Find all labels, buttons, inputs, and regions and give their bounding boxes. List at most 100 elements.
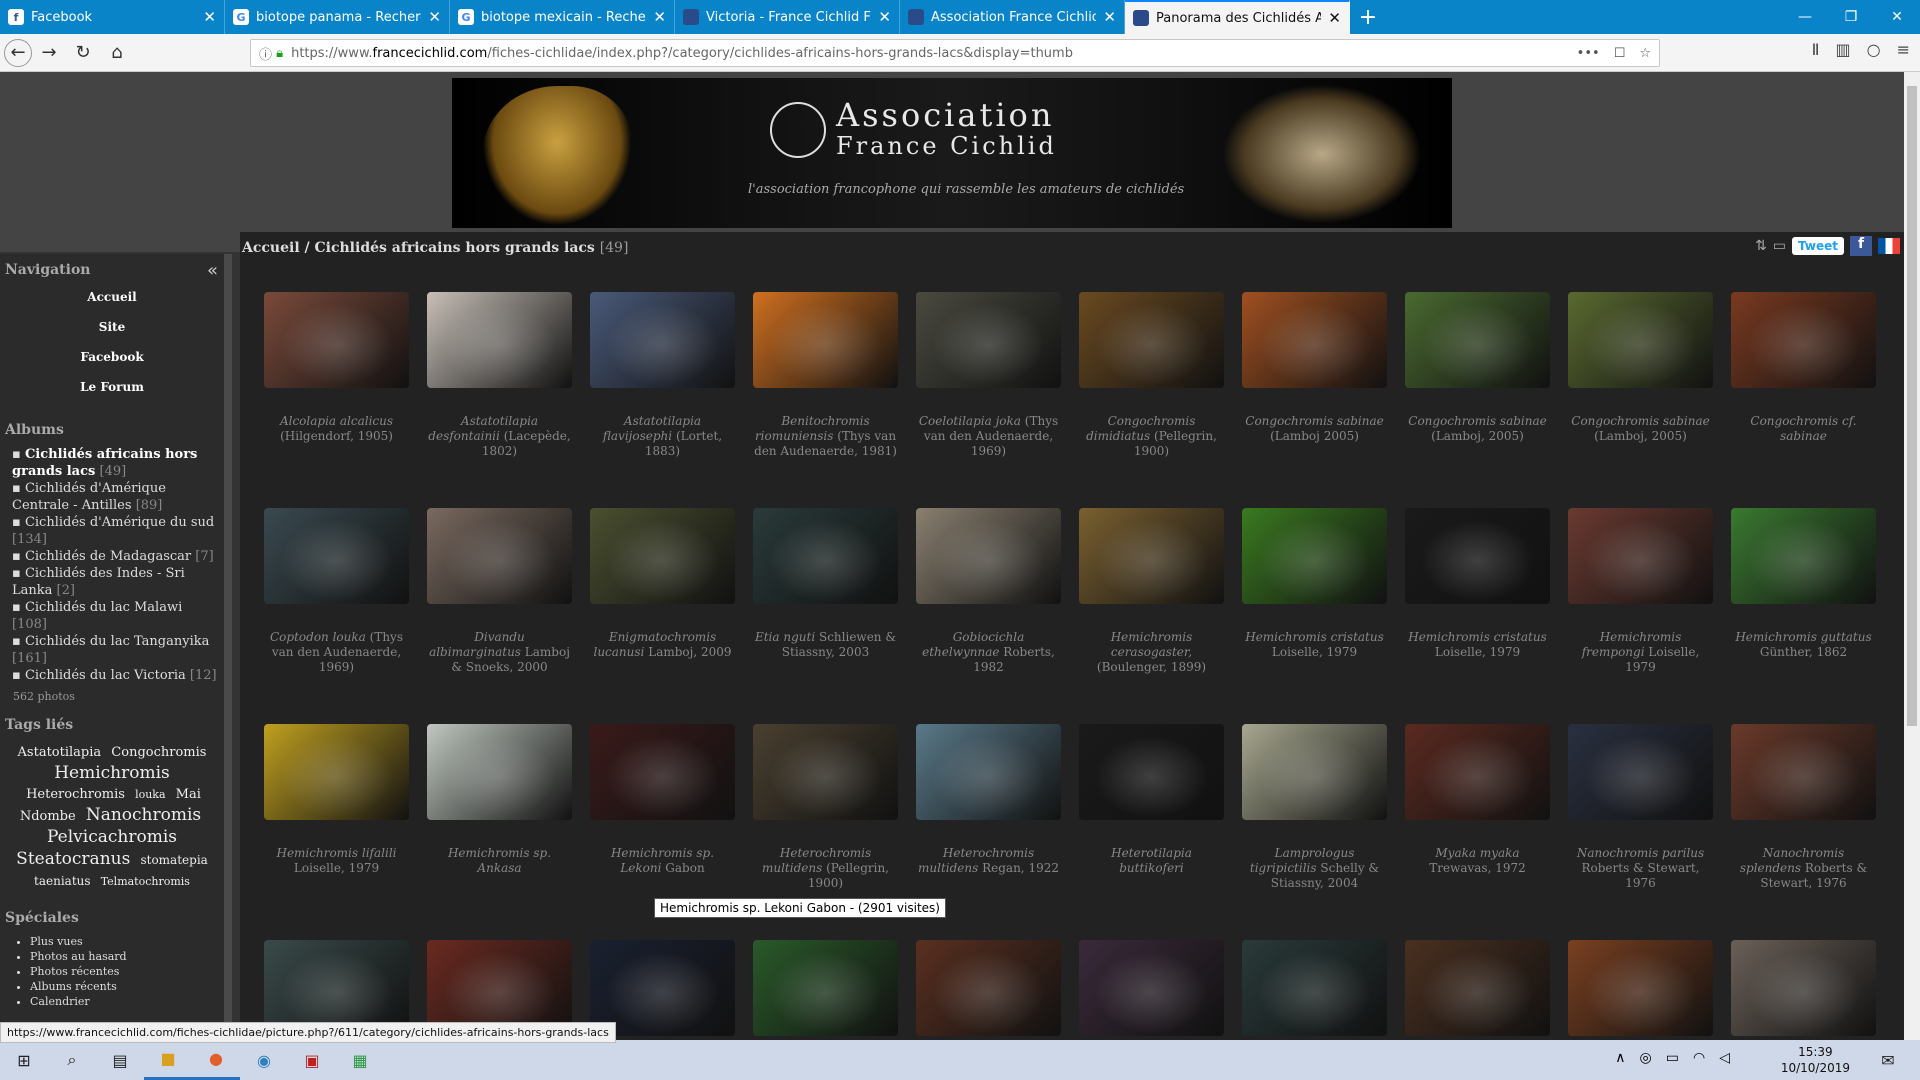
tab-4[interactable]: Association France Cichlid: les ✕	[900, 0, 1125, 34]
close-tab-icon[interactable]: ✕	[428, 8, 441, 26]
close-window-icon[interactable]: ✕	[1874, 0, 1920, 34]
fish-photo[interactable]	[753, 508, 898, 604]
fish-photo[interactable]	[1079, 508, 1224, 604]
breadcrumb-category[interactable]: Cichlidés africains hors grands lacs	[315, 240, 595, 256]
search-icon[interactable]: ⌕	[48, 1040, 96, 1080]
slideshow-icon[interactable]: ▭	[1773, 238, 1786, 254]
photo-thumbnail[interactable]	[753, 940, 898, 1040]
fish-photo[interactable]	[1568, 508, 1713, 604]
photo-thumbnail[interactable]: Nanochromis parilus Roberts & Stewart, 1…	[1568, 724, 1713, 891]
tag-link[interactable]: Astatotilapia	[18, 745, 102, 760]
photo-thumbnail[interactable]: Nanochromis splendens Roberts & Stewart,…	[1731, 724, 1876, 891]
home-icon[interactable]: ⌂	[100, 38, 134, 68]
photo-thumbnail[interactable]: Coelotilapia joka (Thys van den Audenaer…	[916, 292, 1061, 459]
photo-thumbnail[interactable]: Hemichromis lifalili Loiselle, 1979	[264, 724, 409, 876]
collapse-sidebar-icon[interactable]: «	[207, 260, 218, 281]
tag-link[interactable]: Pelvicachromis	[47, 827, 177, 847]
tag-link[interactable]: Heterochromis	[26, 787, 125, 802]
info-icon[interactable]: ⓘ	[259, 44, 272, 63]
page-actions-icon[interactable]: •••	[1577, 46, 1600, 61]
bookmark-star-icon[interactable]: ☆	[1639, 46, 1651, 61]
close-tab-icon[interactable]: ✕	[653, 8, 666, 26]
tag-link[interactable]: Telmatochromis	[101, 875, 190, 888]
tag-link[interactable]: stomatepia	[140, 853, 207, 867]
fish-photo[interactable]	[427, 724, 572, 820]
menu-icon[interactable]: ≡	[1897, 40, 1910, 59]
album-item[interactable]: ▪ Cichlidés d'Amérique Centrale - Antill…	[12, 480, 219, 514]
sidebar-nav-accueil[interactable]: Accueil	[0, 290, 224, 320]
photo-thumbnail[interactable]: Astatotilapia desfontainii (Lacepède, 18…	[427, 292, 572, 459]
fish-photo[interactable]	[264, 508, 409, 604]
sidebar-toggle-icon[interactable]: ▥	[1836, 40, 1851, 59]
fish-photo[interactable]	[427, 508, 572, 604]
minimize-icon[interactable]: —	[1782, 0, 1828, 34]
fish-photo[interactable]	[916, 292, 1061, 388]
clock[interactable]: 15:39 10/10/2019	[1781, 1044, 1850, 1076]
photo-thumbnail[interactable]: Enigmatochromis lucanusi Lamboj, 2009	[590, 508, 735, 660]
fish-photo[interactable]	[916, 940, 1061, 1036]
fish-photo[interactable]	[264, 292, 409, 388]
fish-photo[interactable]	[1079, 940, 1224, 1036]
album-item[interactable]: ▪ Cichlidés du lac Victoria [12]	[12, 667, 219, 684]
wifi-icon[interactable]: ◠	[1693, 1050, 1705, 1066]
facebook-share-icon[interactable]: f	[1850, 236, 1872, 256]
photo-thumbnail[interactable]: Divandu albimarginatus Lamboj & Snoeks, …	[427, 508, 572, 675]
photo-thumbnail[interactable]: Benitochromis riomuniensis (Thys van den…	[753, 292, 898, 459]
photo-thumbnail[interactable]: Etia nguti Schliewen & Stiassny, 2003	[753, 508, 898, 660]
pocket-icon[interactable]: ☐	[1614, 46, 1626, 61]
sidebar-nav-site[interactable]: Site	[0, 320, 224, 350]
photo-thumbnail[interactable]: Hemichromis cristatus Loiselle, 1979	[1242, 508, 1387, 660]
album-label[interactable]: Cichlidés d'Amérique du sud	[25, 515, 214, 530]
fish-photo[interactable]	[1242, 508, 1387, 604]
file-explorer-icon[interactable]: ■	[144, 1040, 192, 1080]
photo-thumbnail[interactable]: Hemichromis frempongi Loiselle, 1979	[1568, 508, 1713, 675]
photo-thumbnail[interactable]: Congochromis cf. sabinae	[1731, 292, 1876, 444]
battery-icon[interactable]: ▭	[1666, 1050, 1679, 1066]
sidebar-nav-facebook[interactable]: Facebook	[0, 350, 224, 380]
close-tab-icon[interactable]: ✕	[203, 8, 216, 26]
tag-link[interactable]: Steatocranus	[16, 849, 130, 869]
fish-photo[interactable]	[590, 292, 735, 388]
photo-thumbnail[interactable]: Heterochromis multidens Regan, 1922	[916, 724, 1061, 876]
fish-photo[interactable]	[1568, 724, 1713, 820]
spreadsheet-icon[interactable]: ▦	[336, 1040, 384, 1080]
album-item[interactable]: ▪ Cichlidés africains hors grands lacs […	[12, 446, 219, 480]
tag-link[interactable]: louka	[135, 788, 165, 801]
fish-photo[interactable]	[916, 724, 1061, 820]
tray-chevron-icon[interactable]: ∧	[1615, 1050, 1625, 1066]
photo-thumbnail[interactable]: Hemichromis sp. Lekoni Gabon	[590, 724, 735, 876]
photo-thumbnail[interactable]	[1731, 940, 1876, 1040]
album-label[interactable]: Cichlidés des Indes - Sri Lanka	[12, 566, 185, 598]
photo-thumbnail[interactable]	[1079, 940, 1224, 1040]
photo-thumbnail[interactable]: Astatotilapia flavijosephi (Lortet, 1883…	[590, 292, 735, 459]
fish-photo[interactable]	[590, 508, 735, 604]
photo-thumbnail[interactable]: Hemichromis cerasogaster, (Boulenger, 18…	[1079, 508, 1224, 675]
fish-photo[interactable]	[1731, 940, 1876, 1036]
forward-icon[interactable]: →	[32, 38, 66, 68]
site-banner[interactable]: Association France Cichlid l'association…	[452, 78, 1452, 228]
fish-photo[interactable]	[1079, 292, 1224, 388]
volume-icon[interactable]: ◁	[1719, 1050, 1730, 1066]
filezilla-icon[interactable]: ▣	[288, 1040, 336, 1080]
library-icon[interactable]: Ⅱ	[1812, 40, 1820, 59]
close-tab-icon[interactable]: ✕	[1103, 8, 1116, 26]
close-tab-icon[interactable]: ✕	[1328, 9, 1341, 27]
album-label[interactable]: Cichlidés de Madagascar	[25, 549, 191, 564]
photo-thumbnail[interactable]: Gobiocichla ethelwynnae Roberts, 1982	[916, 508, 1061, 675]
fish-photo[interactable]	[1731, 724, 1876, 820]
fish-photo[interactable]	[753, 292, 898, 388]
fish-photo[interactable]	[1405, 940, 1550, 1036]
fish-photo[interactable]	[753, 724, 898, 820]
photo-thumbnail[interactable]	[916, 940, 1061, 1040]
close-tab-icon[interactable]: ✕	[878, 8, 891, 26]
sidebar-nav-le-forum[interactable]: Le Forum	[0, 380, 224, 410]
photo-thumbnail[interactable]: Heterochromis multidens (Pellegrin, 1900…	[753, 724, 898, 891]
special-link[interactable]: Calendrier	[30, 994, 224, 1009]
photo-thumbnail[interactable]: Congochromis sabinae (Lamboj, 2005)	[1568, 292, 1713, 444]
fish-photo[interactable]	[1731, 292, 1876, 388]
reload-icon[interactable]: ↻	[66, 38, 100, 68]
album-item[interactable]: ▪ Cichlidés du lac Tanganyika [161]	[12, 633, 219, 667]
fish-photo[interactable]	[1242, 292, 1387, 388]
special-link[interactable]: Photos récentes	[30, 964, 224, 979]
photo-thumbnail[interactable]	[1405, 940, 1550, 1040]
